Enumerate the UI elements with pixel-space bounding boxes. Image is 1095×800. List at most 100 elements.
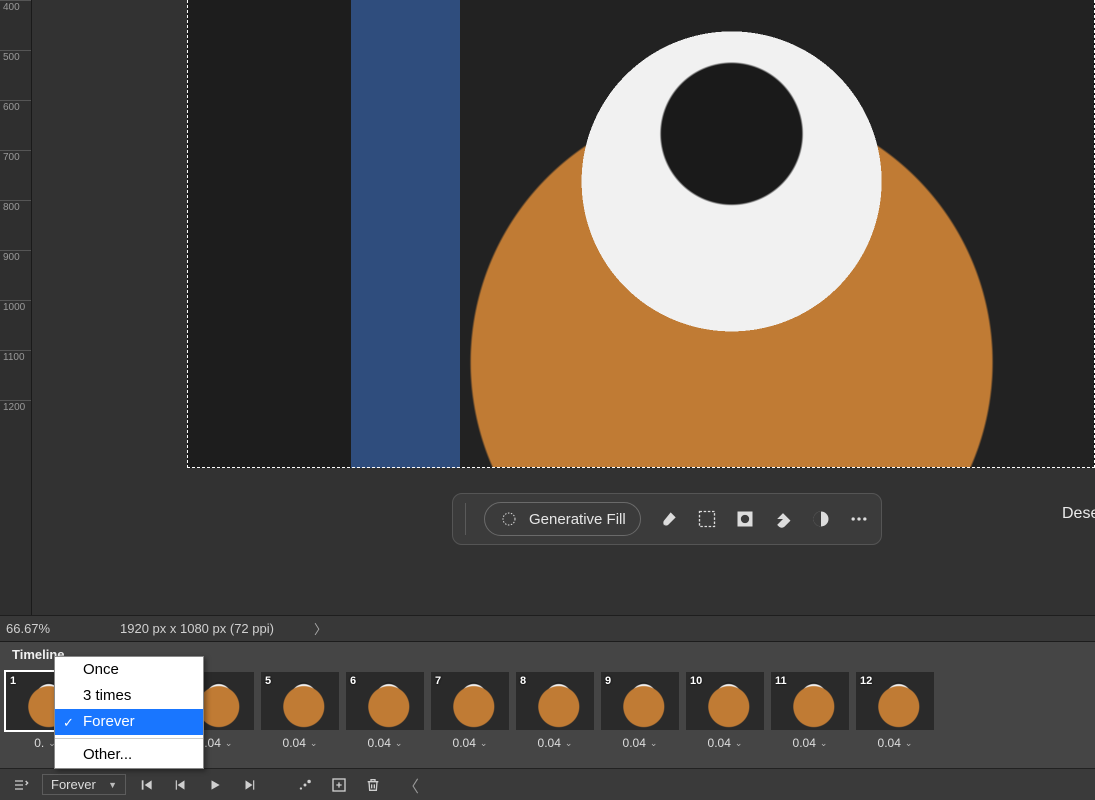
frame-11[interactable]: 11 0.04 ⌄ <box>771 672 849 750</box>
first-frame-button[interactable] <box>134 774 160 796</box>
sparkle-icon <box>499 509 519 529</box>
brush-icon[interactable] <box>659 509 679 529</box>
canvas-image[interactable] <box>187 0 1095 468</box>
menu-separator <box>55 738 203 739</box>
ruler-tick: 700 <box>0 150 31 200</box>
loop-option-3-times[interactable]: 3 times <box>55 683 203 709</box>
next-frame-button[interactable] <box>236 774 262 796</box>
adjustment-icon[interactable] <box>811 509 831 529</box>
frame-10[interactable]: 10 0.04 ⌄ <box>686 672 764 750</box>
frame-thumbnail[interactable]: 11 <box>771 672 849 730</box>
document-dimensions: 1920 px x 1080 px (72 ppi) <box>100 621 274 636</box>
deselect-button[interactable]: Deselec <box>1062 505 1095 523</box>
select-subject-icon[interactable] <box>697 509 717 529</box>
frame-number: 6 <box>350 675 356 687</box>
fill-bucket-icon[interactable] <box>773 509 793 529</box>
new-frame-button[interactable] <box>326 774 352 796</box>
ruler-tick: 900 <box>0 250 31 300</box>
ruler-tick: 1200 <box>0 400 31 450</box>
frame-duration[interactable]: 0.04 ⌄ <box>623 736 658 750</box>
loop-option-once[interactable]: Once <box>55 657 203 683</box>
generative-fill-label: Generative Fill <box>529 511 626 528</box>
frame-duration-value: 0.04 <box>793 736 816 750</box>
canvas-area[interactable]: Generative Fill <box>32 0 1095 615</box>
frame-duration-value: 0.04 <box>878 736 901 750</box>
more-icon[interactable] <box>849 509 869 529</box>
play-button[interactable] <box>202 774 228 796</box>
ruler-tick: 1000 <box>0 300 31 350</box>
chevron-down-icon: ⌄ <box>650 738 658 749</box>
loop-dropdown[interactable]: Forever ▼ <box>42 774 126 795</box>
frame-duration[interactable]: 0.04 ⌄ <box>538 736 573 750</box>
frame-duration-value: 0.04 <box>623 736 646 750</box>
chevron-down-icon: ⌄ <box>395 738 403 749</box>
loop-option-forever[interactable]: ✓ Forever <box>55 709 203 735</box>
status-bar: 66.67% 1920 px x 1080 px (72 ppi) 〉 <box>0 615 1095 641</box>
frame-thumbnail[interactable]: 9 <box>601 672 679 730</box>
chevron-down-icon: ⌄ <box>565 738 573 749</box>
frame-duration[interactable]: 0.⌄ <box>34 736 56 750</box>
frame-duration[interactable]: 0.04 ⌄ <box>878 736 913 750</box>
scroll-left-icon[interactable]: 〈 <box>398 774 424 796</box>
timeline-options-icon[interactable] <box>8 774 34 796</box>
tween-button[interactable] <box>292 774 318 796</box>
frame-number: 9 <box>605 675 611 687</box>
frame-12[interactable]: 12 0.04 ⌄ <box>856 672 934 750</box>
frame-duration-value: 0. <box>34 736 44 750</box>
frame-6[interactable]: 6 0.04 ⌄ <box>346 672 424 750</box>
frame-duration-value: 0.04 <box>283 736 306 750</box>
frame-5[interactable]: 5 0.04 ⌄ <box>261 672 339 750</box>
frame-duration[interactable]: 0.04 ⌄ <box>283 736 318 750</box>
ruler-tick: 500 <box>0 50 31 100</box>
frame-duration-value: 0.04 <box>538 736 561 750</box>
chevron-down-icon: ▼ <box>108 780 117 790</box>
frame-duration[interactable]: 0.04 ⌄ <box>368 736 403 750</box>
frame-7[interactable]: 7 0.04 ⌄ <box>431 672 509 750</box>
prev-frame-button[interactable] <box>168 774 194 796</box>
frame-9[interactable]: 9 0.04 ⌄ <box>601 672 679 750</box>
frame-thumbnail[interactable]: 8 <box>516 672 594 730</box>
zoom-level[interactable]: 66.67% <box>0 621 100 636</box>
delete-frame-button[interactable] <box>360 774 386 796</box>
frame-duration[interactable]: 0.04 ⌄ <box>793 736 828 750</box>
frame-duration[interactable]: 0.04 ⌄ <box>453 736 488 750</box>
frame-duration-value: 0.04 <box>453 736 476 750</box>
loop-dropdown-label: Forever <box>51 777 96 792</box>
taskbar-divider <box>465 503 466 535</box>
frame-number: 11 <box>775 675 787 687</box>
chevron-down-icon: ⌄ <box>905 738 913 749</box>
frame-8[interactable]: 8 0.04 ⌄ <box>516 672 594 750</box>
frame-thumbnail[interactable]: 12 <box>856 672 934 730</box>
loop-option-forever-label: Forever <box>83 713 135 730</box>
loop-options-menu: Once 3 times ✓ Forever Other... <box>54 656 204 769</box>
frame-duration-value: 0.04 <box>708 736 731 750</box>
frame-number: 5 <box>265 675 271 687</box>
frame-thumbnail[interactable]: 10 <box>686 672 764 730</box>
loop-option-other[interactable]: Other... <box>55 742 203 768</box>
frame-number: 8 <box>520 675 526 687</box>
frame-number: 12 <box>860 675 872 687</box>
chevron-down-icon: ⌄ <box>225 738 233 749</box>
contextual-taskbar: Generative Fill <box>452 493 882 545</box>
ruler-tick: 1100 <box>0 350 31 400</box>
frame-thumbnail[interactable]: 6 <box>346 672 424 730</box>
frame-duration[interactable]: 0.04 ⌄ <box>708 736 743 750</box>
ruler-tick: 400 <box>0 0 31 50</box>
mask-icon[interactable] <box>735 509 755 529</box>
chevron-down-icon: ⌄ <box>820 738 828 749</box>
ruler-tick: 800 <box>0 200 31 250</box>
frame-thumbnail[interactable]: 5 <box>261 672 339 730</box>
chevron-down-icon: ⌄ <box>735 738 743 749</box>
frame-thumbnail[interactable]: 7 <box>431 672 509 730</box>
frame-number: 1 <box>10 675 16 687</box>
checkmark-icon: ✓ <box>63 712 74 734</box>
chevron-down-icon: ⌄ <box>310 738 318 749</box>
frame-number: 10 <box>690 675 702 687</box>
chevron-down-icon: ⌄ <box>480 738 488 749</box>
ruler-tick: 600 <box>0 100 31 150</box>
frame-duration-value: 0.04 <box>368 736 391 750</box>
playback-bar: Forever ▼ 〈 <box>0 768 1095 800</box>
generative-fill-button[interactable]: Generative Fill <box>484 502 641 536</box>
frame-number: 7 <box>435 675 441 687</box>
status-chevron-icon[interactable]: 〉 <box>314 619 327 638</box>
